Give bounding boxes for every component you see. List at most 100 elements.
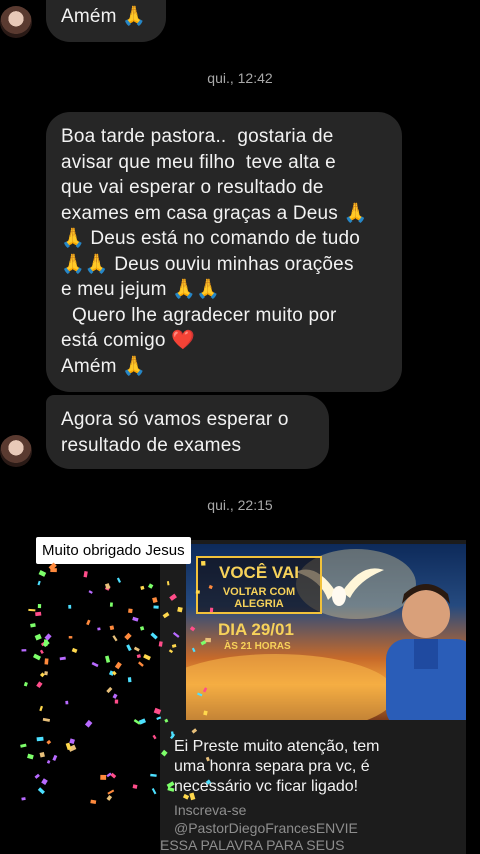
confetti-piece bbox=[133, 646, 140, 652]
confetti-piece bbox=[166, 581, 170, 586]
confetti-piece bbox=[28, 608, 36, 612]
cutoff-text: ESSA PALAVRA PARA SEUS bbox=[160, 837, 345, 853]
confetti-piece bbox=[65, 742, 72, 751]
confetti-piece bbox=[128, 608, 133, 614]
confetti-piece bbox=[90, 799, 97, 805]
confetti-piece bbox=[106, 686, 113, 694]
confetti-piece bbox=[162, 612, 170, 619]
confetti-piece bbox=[39, 751, 45, 758]
message-line: resultado de exames bbox=[61, 434, 242, 456]
confetti-piece bbox=[43, 639, 48, 647]
confetti-piece bbox=[151, 788, 157, 795]
confetti-piece bbox=[140, 585, 145, 590]
message-bubble[interactable]: Agora só vamos esperar o resultado de ex… bbox=[46, 395, 329, 469]
confetti-piece bbox=[177, 606, 183, 613]
confetti-piece bbox=[205, 756, 210, 762]
confetti-piece bbox=[37, 787, 45, 795]
contact-avatar[interactable] bbox=[0, 435, 32, 467]
confetti-piece bbox=[21, 797, 26, 801]
confetti-piece bbox=[209, 607, 214, 613]
confetti-piece bbox=[21, 649, 27, 652]
confetti-piece bbox=[114, 699, 119, 704]
confetti-piece bbox=[86, 619, 91, 626]
confetti-piece bbox=[150, 632, 158, 640]
confetti-piece bbox=[148, 583, 154, 589]
confetti-piece bbox=[116, 577, 122, 583]
confetti-piece bbox=[84, 719, 93, 728]
confetti-piece bbox=[91, 661, 99, 668]
channel-handle[interactable]: @PastorDiegoFrancesENVIE bbox=[174, 820, 358, 836]
message-line: avisar que meu filho teve alta e bbox=[61, 151, 336, 173]
confetti-piece bbox=[182, 793, 190, 800]
confetti-piece bbox=[191, 728, 198, 734]
contact-avatar[interactable] bbox=[0, 6, 32, 38]
confetti-piece bbox=[153, 707, 162, 715]
confetti-piece bbox=[164, 718, 169, 723]
message-line: Quero lhe agradecer muito por bbox=[61, 304, 337, 326]
confetti-piece bbox=[34, 773, 40, 779]
confetti-piece bbox=[109, 625, 115, 631]
confetti-piece bbox=[152, 734, 157, 740]
message-line: 🙏 Deus está no comando de tudo bbox=[61, 228, 361, 249]
message-text: Boa tarde pastora.. gostaria de avisar q… bbox=[61, 124, 367, 379]
confetti-piece bbox=[109, 602, 113, 607]
confetti-piece bbox=[44, 658, 49, 665]
confetti-piece bbox=[37, 580, 41, 586]
confetti-piece bbox=[106, 795, 113, 801]
confetti-piece bbox=[30, 623, 36, 628]
confetti-piece bbox=[208, 584, 213, 590]
confetti-piece bbox=[36, 736, 44, 742]
confetti-sticker bbox=[20, 560, 214, 805]
confetti-piece bbox=[27, 753, 34, 760]
confetti-piece bbox=[150, 773, 157, 777]
confetti-piece bbox=[42, 717, 51, 722]
confetti-piece bbox=[153, 605, 159, 609]
confetti-piece bbox=[160, 749, 168, 757]
confetti-piece bbox=[203, 710, 208, 716]
confetti-piece bbox=[205, 637, 212, 643]
confetti-piece bbox=[167, 786, 175, 792]
confetti-piece bbox=[71, 647, 78, 654]
banner-time: ÀS 21 HORAS bbox=[224, 641, 291, 652]
message-text: Amém 🙏 bbox=[61, 6, 147, 27]
confetti-piece bbox=[32, 653, 41, 661]
confetti-piece bbox=[132, 784, 138, 789]
confetti-piece bbox=[34, 633, 42, 641]
confetti-piece bbox=[168, 649, 174, 654]
confetti-piece bbox=[68, 636, 73, 639]
timestamp: qui., 22:15 bbox=[207, 497, 273, 513]
confetti-piece bbox=[35, 611, 42, 617]
confetti-piece bbox=[112, 693, 118, 699]
message-line: Amém 🙏 bbox=[61, 355, 147, 377]
confetti-piece bbox=[114, 661, 122, 670]
confetti-piece bbox=[37, 604, 42, 609]
confetti-piece bbox=[23, 681, 28, 687]
confetti-piece bbox=[100, 774, 107, 780]
confetti-piece bbox=[105, 655, 111, 663]
confetti-piece bbox=[143, 653, 151, 661]
confetti-piece bbox=[189, 792, 196, 801]
confetti-piece bbox=[126, 644, 132, 652]
confetti-piece bbox=[189, 626, 196, 632]
confetti-piece bbox=[112, 635, 118, 642]
confetti-piece bbox=[68, 604, 72, 609]
timestamp: qui., 12:42 bbox=[207, 70, 273, 86]
confetti-piece bbox=[107, 789, 115, 795]
confetti-piece bbox=[152, 597, 158, 604]
confetti-piece bbox=[197, 692, 203, 697]
confetti-piece bbox=[158, 641, 163, 647]
message-line: 🙏🙏 Deus ouviu minhas orações bbox=[61, 253, 354, 275]
confetti-piece bbox=[139, 626, 145, 631]
confetti-piece bbox=[69, 738, 75, 745]
message-line: está comigo ❤️ bbox=[61, 330, 195, 351]
confetti-piece bbox=[59, 656, 66, 661]
message-bubble[interactable]: Boa tarde pastora.. gostaria de avisar q… bbox=[46, 112, 402, 392]
message-text: Agora só vamos esperar o resultado de ex… bbox=[61, 407, 289, 458]
confetti-piece bbox=[39, 705, 44, 712]
message-bubble[interactable]: Amém 🙏 bbox=[46, 0, 166, 42]
confetti-piece bbox=[20, 743, 27, 748]
confetti-piece bbox=[195, 590, 200, 594]
confetti-piece bbox=[36, 681, 43, 689]
message-line: que vai esperar o resultado de bbox=[61, 177, 324, 198]
confetti-piece bbox=[127, 677, 132, 683]
